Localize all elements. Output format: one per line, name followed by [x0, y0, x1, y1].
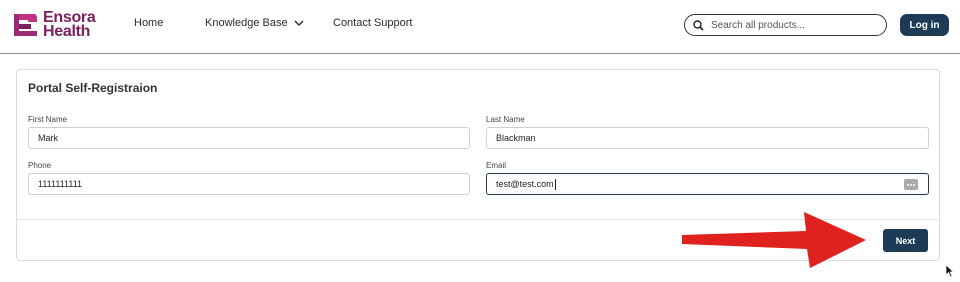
search-input[interactable] [711, 19, 871, 31]
last-name-label: Last Name [486, 115, 525, 124]
first-name-value: Mark [38, 133, 58, 143]
site-header: Ensora Health Home Knowledge Base Contac… [0, 0, 960, 54]
email-value: test@test.com [496, 179, 554, 189]
email-field[interactable]: test@test.com [486, 173, 929, 195]
phone-value: 1111111111 [38, 179, 83, 189]
first-name-field[interactable]: Mark [28, 127, 470, 149]
form-title: Portal Self-Registraion [28, 81, 158, 95]
phone-field[interactable]: 1111111111 [28, 173, 470, 195]
last-name-value: Blackman [496, 133, 536, 143]
next-button[interactable]: Next [883, 229, 928, 252]
first-name-label: First Name [28, 115, 68, 124]
search-box[interactable] [684, 14, 887, 36]
chevron-down-icon [294, 20, 304, 26]
nav-contact-support[interactable]: Contact Support [333, 17, 413, 29]
autofill-icon[interactable] [904, 179, 918, 190]
phone-label: Phone [28, 161, 52, 170]
email-label: Email [486, 161, 507, 170]
logo-mark-icon [14, 12, 38, 38]
nav-knowledge-base-label: Knowledge Base [205, 17, 288, 29]
ensora-health-logo[interactable]: Ensora Health [14, 10, 96, 40]
search-icon [693, 19, 704, 31]
nav-knowledge-base[interactable]: Knowledge Base [205, 17, 304, 29]
last-name-field[interactable]: Blackman [486, 127, 929, 149]
brand-line-2: Health [43, 23, 91, 40]
nav-home[interactable]: Home [134, 17, 163, 29]
mouse-cursor-icon [945, 264, 955, 278]
text-caret [554, 178, 556, 190]
red-arrow-annotation-icon [682, 212, 866, 268]
login-button[interactable]: Log in [900, 14, 949, 36]
